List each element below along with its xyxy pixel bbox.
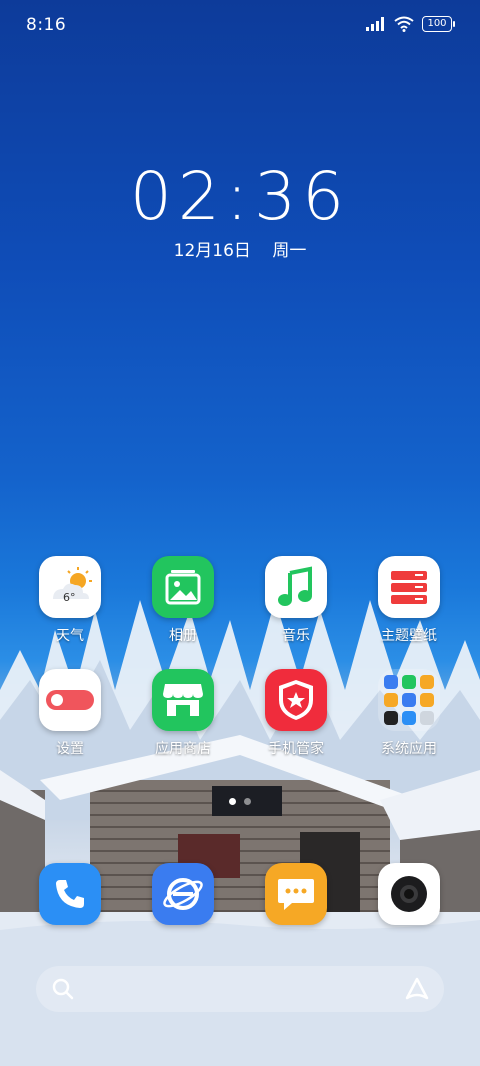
wifi-icon [394, 16, 414, 32]
app-label: 相册 [169, 628, 197, 644]
app-label: 系统应用 [381, 741, 437, 757]
app-label: 天气 [56, 628, 84, 644]
shield-icon [265, 669, 327, 731]
app-settings[interactable]: 设置 [20, 669, 120, 758]
app-themes[interactable]: 主题壁纸 [359, 556, 459, 645]
app-label: 应用商店 [155, 741, 211, 757]
weekday-label: 周一 [272, 241, 307, 261]
app-weather[interactable]: 6° 天气 [20, 556, 120, 645]
status-time: 8:16 [26, 15, 67, 35]
folder-icon [378, 669, 440, 731]
app-music[interactable]: 音乐 [246, 556, 346, 645]
clock-widget-date[interactable]: 12月16日 周一 [0, 236, 480, 261]
settings-toggle-icon [39, 669, 101, 731]
app-store[interactable]: 应用商店 [133, 669, 233, 758]
app-label: 音乐 [282, 628, 310, 644]
status-icons: 100 [366, 16, 455, 32]
app-folder-system[interactable]: 系统应用 [359, 669, 459, 758]
themes-icon [378, 556, 440, 618]
store-icon [152, 669, 214, 731]
camera-icon [378, 863, 440, 925]
app-label: 设置 [56, 741, 84, 757]
home-search-bar[interactable] [36, 966, 444, 1012]
dock-messages[interactable] [246, 863, 346, 925]
date-label: 12月16日 [173, 241, 251, 261]
app-gallery[interactable]: 相册 [133, 556, 233, 645]
signal-icon [366, 17, 384, 31]
dock-phone[interactable] [20, 863, 120, 925]
phone-icon [39, 863, 101, 925]
page-dot [244, 798, 251, 805]
dock-browser[interactable] [133, 863, 233, 925]
page-dot-active [229, 798, 236, 805]
app-label: 手机管家 [268, 741, 324, 757]
gallery-icon [152, 556, 214, 618]
weather-temp: 6° [63, 591, 76, 604]
page-indicator [0, 798, 480, 805]
browser-icon [152, 863, 214, 925]
dock-camera[interactable] [359, 863, 459, 925]
assistant-icon[interactable] [404, 976, 430, 1002]
battery-icon: 100 [422, 16, 455, 32]
weather-icon: 6° [39, 556, 101, 618]
clock-widget-time[interactable]: 02:36 [0, 158, 480, 235]
music-icon [265, 556, 327, 618]
app-security[interactable]: 手机管家 [246, 669, 346, 758]
message-icon [265, 863, 327, 925]
app-label: 主题壁纸 [381, 628, 437, 644]
search-icon[interactable] [50, 976, 76, 1002]
status-bar: 8:16 100 [0, 0, 480, 50]
